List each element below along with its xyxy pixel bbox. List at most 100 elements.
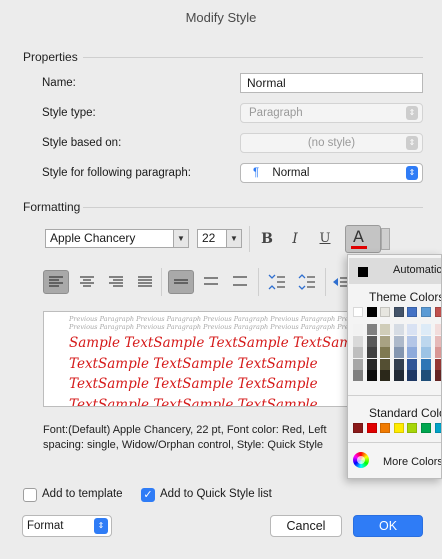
font-combo[interactable]: Apple Chancery ▼: [45, 229, 189, 248]
color-swatch[interactable]: [366, 324, 377, 335]
justify-button[interactable]: [132, 270, 158, 294]
color-swatch[interactable]: [393, 324, 404, 335]
color-swatch[interactable]: [380, 370, 391, 381]
font-color-button[interactable]: A: [345, 225, 381, 253]
color-swatch[interactable]: [407, 324, 418, 335]
add-to-quick-style-checkbox[interactable]: ✓: [141, 488, 155, 502]
color-swatch[interactable]: [434, 347, 441, 358]
add-to-template-checkbox[interactable]: [23, 488, 37, 502]
following-paragraph-popup[interactable]: ¶ Normal ⇕: [240, 163, 423, 183]
based-on-popup[interactable]: (no style) ⇕: [240, 133, 423, 153]
color-swatch[interactable]: [393, 423, 404, 433]
color-swatch[interactable]: [434, 335, 441, 347]
one-half-spacing-button[interactable]: [198, 270, 224, 294]
color-swatch[interactable]: [353, 370, 363, 381]
color-swatch[interactable]: [421, 324, 431, 335]
one-half-spacing-icon: [204, 277, 218, 285]
dropdown-arrow-icon[interactable]: ▼: [226, 230, 241, 247]
font-color-dropdown[interactable]: [381, 228, 390, 250]
properties-heading: Properties: [23, 50, 78, 64]
align-right-button[interactable]: [103, 270, 129, 294]
color-swatch[interactable]: [353, 335, 363, 347]
more-colors-item[interactable]: More Colors: [383, 456, 441, 468]
popup-arrows-icon: ⇕: [94, 518, 108, 534]
color-swatch[interactable]: [353, 423, 363, 433]
color-swatch[interactable]: [421, 347, 431, 358]
popup-arrows-icon: ⇕: [406, 136, 418, 150]
color-swatch[interactable]: [353, 347, 363, 358]
sample-text-line: Sample TextSample TextSample TextSample: [69, 335, 374, 351]
underline-button[interactable]: U: [314, 228, 336, 250]
color-swatch[interactable]: [434, 324, 441, 335]
style-type-popup[interactable]: Paragraph ⇕: [240, 103, 423, 123]
name-label: Name:: [42, 77, 76, 89]
following-value: Normal: [272, 167, 310, 179]
decrease-indent-button[interactable]: [330, 270, 348, 294]
size-combo[interactable]: 22 ▼: [197, 229, 242, 248]
color-swatch[interactable]: [421, 335, 431, 347]
color-swatch[interactable]: [434, 370, 441, 381]
color-swatch[interactable]: [393, 335, 404, 347]
color-swatch[interactable]: [380, 324, 391, 335]
decrease-spacing-icon: [268, 274, 285, 290]
color-swatch[interactable]: [434, 358, 441, 370]
sample-text-line: TextSample TextSample TextSample: [69, 355, 318, 372]
align-right-icon: [109, 276, 123, 287]
color-swatch[interactable]: [353, 307, 363, 317]
popup-arrows-icon: ⇕: [406, 166, 418, 180]
format-popup[interactable]: Format ⇕: [22, 515, 112, 537]
color-swatch[interactable]: [366, 335, 377, 347]
color-swatch[interactable]: [366, 358, 377, 370]
color-swatch[interactable]: [366, 423, 377, 433]
color-swatch[interactable]: [380, 347, 391, 358]
color-swatch[interactable]: [353, 324, 363, 335]
justify-icon: [138, 276, 152, 287]
color-swatch[interactable]: [421, 370, 431, 381]
style-type-value: Paragraph: [249, 107, 303, 119]
italic-button[interactable]: I: [284, 228, 306, 250]
automatic-color-item[interactable]: Automatic: [349, 258, 441, 284]
color-swatch[interactable]: [380, 358, 391, 370]
color-swatch[interactable]: [407, 307, 418, 317]
color-swatch[interactable]: [366, 307, 377, 317]
increase-spacing-icon: [298, 274, 315, 290]
increase-spacing-button[interactable]: [294, 270, 320, 294]
color-swatch[interactable]: [421, 358, 431, 370]
color-swatch[interactable]: [407, 423, 418, 433]
bold-button[interactable]: B: [256, 228, 278, 250]
cancel-button[interactable]: Cancel: [270, 515, 342, 537]
color-swatch[interactable]: [393, 358, 404, 370]
color-swatch[interactable]: [393, 370, 404, 381]
color-swatch[interactable]: [380, 335, 391, 347]
ok-button[interactable]: OK: [353, 515, 423, 537]
align-center-button[interactable]: [74, 270, 100, 294]
color-swatch[interactable]: [434, 423, 441, 433]
color-swatch[interactable]: [407, 370, 418, 381]
align-left-button[interactable]: [43, 270, 69, 294]
color-wheel-icon: [353, 452, 369, 468]
name-input[interactable]: Normal: [240, 73, 423, 93]
decrease-spacing-button[interactable]: [264, 270, 290, 294]
color-swatch[interactable]: [353, 358, 363, 370]
color-swatch[interactable]: [407, 358, 418, 370]
following-label: Style for following paragraph:: [42, 167, 191, 179]
color-swatch[interactable]: [366, 347, 377, 358]
color-swatch[interactable]: [421, 423, 431, 433]
color-swatch[interactable]: [434, 307, 441, 317]
double-spacing-button[interactable]: [227, 270, 253, 294]
color-swatch[interactable]: [407, 347, 418, 358]
color-swatch[interactable]: [380, 423, 391, 433]
automatic-swatch: [358, 267, 368, 277]
font-color-swatch: [351, 246, 367, 249]
color-swatch[interactable]: [393, 347, 404, 358]
dropdown-arrow-icon[interactable]: ▼: [173, 230, 188, 247]
single-spacing-button[interactable]: [168, 270, 194, 294]
color-swatch[interactable]: [421, 307, 431, 317]
color-swatch[interactable]: [393, 307, 404, 317]
color-swatch[interactable]: [366, 370, 377, 381]
based-on-label: Style based on:: [42, 137, 122, 149]
color-swatch[interactable]: [380, 307, 391, 317]
font-color-letter: A: [353, 227, 364, 246]
color-swatch[interactable]: [407, 335, 418, 347]
formatting-heading: Formatting: [23, 200, 81, 214]
